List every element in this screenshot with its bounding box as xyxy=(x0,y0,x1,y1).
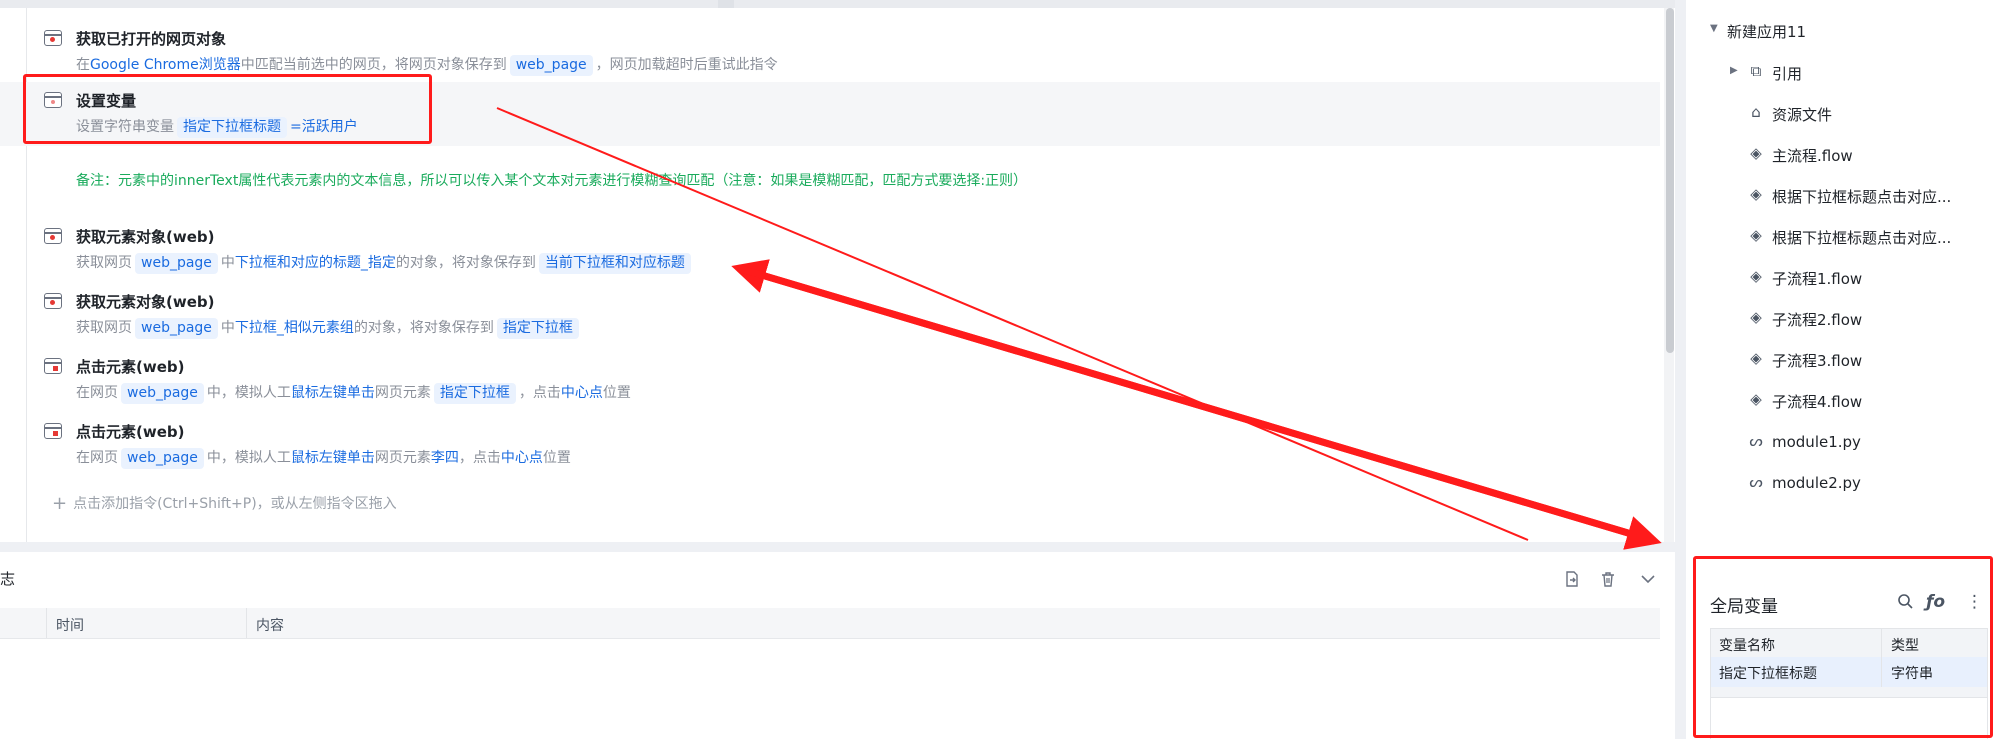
tree-item-flow[interactable]: ◈ 根据下拉框标题点击对应... xyxy=(1686,177,2000,213)
tree-item-reference[interactable]: ▶ ⧉ 引用 xyxy=(1686,54,2000,90)
command-description: 在Google Chrome浏览器中匹配当前选中的网页，将网页对象保存到 web_… xyxy=(76,54,778,76)
tree-item-flow[interactable]: ◈ 根据下拉框标题点击对应... xyxy=(1686,218,2000,254)
variable-chip[interactable]: web_page xyxy=(121,383,204,404)
tree-item-flow[interactable]: ◈ 子流程4.flow xyxy=(1686,382,2000,418)
command-description: 在网页 web_page 中，模拟人工鼠标左键单击网页元素李四，点击中心点位置 xyxy=(76,447,571,469)
plus-icon: + xyxy=(52,493,68,514)
output-variable-chip[interactable]: 当前下拉框和对应标题 xyxy=(538,253,691,274)
command-click-element[interactable]: 点击元素(web) 在网页 web_page 中，模拟人工鼠标左键单击网页元素李四，… xyxy=(0,413,1660,475)
log-table-header: 时间 内容 xyxy=(0,608,1660,639)
command-title: 获取元素对象(web) xyxy=(76,293,215,311)
click-element-icon xyxy=(44,358,62,374)
tree-item-flow[interactable]: ◈ 子流程3.flow xyxy=(1686,341,2000,377)
editor-scrollbar-thumb[interactable] xyxy=(1666,8,1674,353)
command-description: 在网页 web_page 中，模拟人工鼠标左键单击网页元素 指定下拉框 ，点击中心点位置 xyxy=(76,382,631,404)
log-panel-title: 志 xyxy=(0,570,16,588)
flow-icon: ◈ xyxy=(1750,390,1762,408)
browser-window-icon xyxy=(44,30,62,46)
export-icon[interactable] xyxy=(1562,570,1582,590)
tree-item-python-module[interactable]: ᔕ module1.py xyxy=(1686,424,2000,460)
command-title: 点击元素(web) xyxy=(76,423,185,441)
flow-icon: ◈ xyxy=(1750,267,1762,285)
variable-chip[interactable]: web_page xyxy=(121,448,204,469)
command-title: 获取已打开的网页对象 xyxy=(76,30,227,48)
command-description: 获取网页 web_page 中下拉框_相似元素组的对象，将对象保存到 指定下拉框 xyxy=(76,317,582,339)
variable-chip[interactable]: web_page xyxy=(509,55,593,76)
flow-icon: ◈ xyxy=(1750,349,1762,367)
comment-note[interactable]: 备注：元素中的innerText属性代表元素内的文本信息，所以可以传入某个文本对… xyxy=(76,170,1027,190)
tree-item-flow[interactable]: ◈ 子流程1.flow xyxy=(1686,259,2000,295)
column-header-content[interactable]: 内容 xyxy=(256,615,284,635)
tree-item-resource-files[interactable]: ⌂ 资源文件 xyxy=(1686,95,2000,131)
tab-divider xyxy=(718,0,734,8)
python-icon: ᔕ xyxy=(1749,432,1763,450)
python-icon: ᔕ xyxy=(1749,473,1763,491)
command-description: 获取网页 web_page 中下拉框和对应的标题_指定的对象，将对象保存到 当前下拉框… xyxy=(76,252,694,274)
variable-chip[interactable]: web_page xyxy=(135,253,218,274)
tree-item-python-module[interactable]: ᔕ module2.py xyxy=(1686,465,2000,501)
flow-icon: ◈ xyxy=(1750,226,1762,244)
caret-right-icon[interactable]: ▶ xyxy=(1730,65,1738,76)
web-element-icon xyxy=(44,228,62,244)
tree-item-flow[interactable]: ◈ 子流程2.flow xyxy=(1686,300,2000,336)
element-chip[interactable]: 指定下拉框 xyxy=(433,383,516,404)
reference-icon: ⧉ xyxy=(1750,62,1762,80)
command-click-element[interactable]: 点击元素(web) 在网页 web_page 中，模拟人工鼠标左键单击网页元素 指定下… xyxy=(0,348,1660,410)
column-header-time[interactable]: 时间 xyxy=(56,615,84,635)
click-element-icon xyxy=(44,423,62,439)
flow-icon: ◈ xyxy=(1750,144,1762,162)
project-root[interactable]: ▼ 新建应用11 xyxy=(1686,12,2000,48)
command-title: 点击元素(web) xyxy=(76,358,185,376)
command-get-element-object[interactable]: 获取元素对象(web) 获取网页 web_page 中下拉框_相似元素组的对象，将对… xyxy=(0,283,1660,345)
output-variable-chip[interactable]: 指定下拉框 xyxy=(496,318,579,339)
command-get-element-object[interactable]: 获取元素对象(web) 获取网页 web_page 中下拉框和对应的标题_指定的对象… xyxy=(0,218,1660,280)
resource-file-icon: ⌂ xyxy=(1751,103,1761,121)
add-command-hint[interactable]: + 点击添加指令(Ctrl+Shift+P)，或从左侧指令区拖入 xyxy=(52,493,397,514)
tree-item-flow[interactable]: ◈ 主流程.flow xyxy=(1686,136,2000,172)
variable-chip[interactable]: web_page xyxy=(135,318,218,339)
flow-icon: ◈ xyxy=(1750,185,1762,203)
chevron-down-icon[interactable] xyxy=(1638,570,1658,590)
annotation-box-global-variables xyxy=(1693,556,1993,738)
flow-icon: ◈ xyxy=(1750,308,1762,326)
command-get-opened-webpage[interactable]: 获取已打开的网页对象 在Google Chrome浏览器中匹配当前选中的网页，将… xyxy=(0,20,1660,82)
log-panel: 志 时间 内容 xyxy=(0,552,1675,739)
editor-tab-strip xyxy=(0,0,1675,8)
caret-down-icon[interactable]: ▼ xyxy=(1710,23,1718,34)
trash-icon[interactable] xyxy=(1598,570,1618,590)
web-element-icon xyxy=(44,293,62,309)
command-title: 获取元素对象(web) xyxy=(76,228,215,246)
annotation-box-set-variable xyxy=(23,74,432,144)
